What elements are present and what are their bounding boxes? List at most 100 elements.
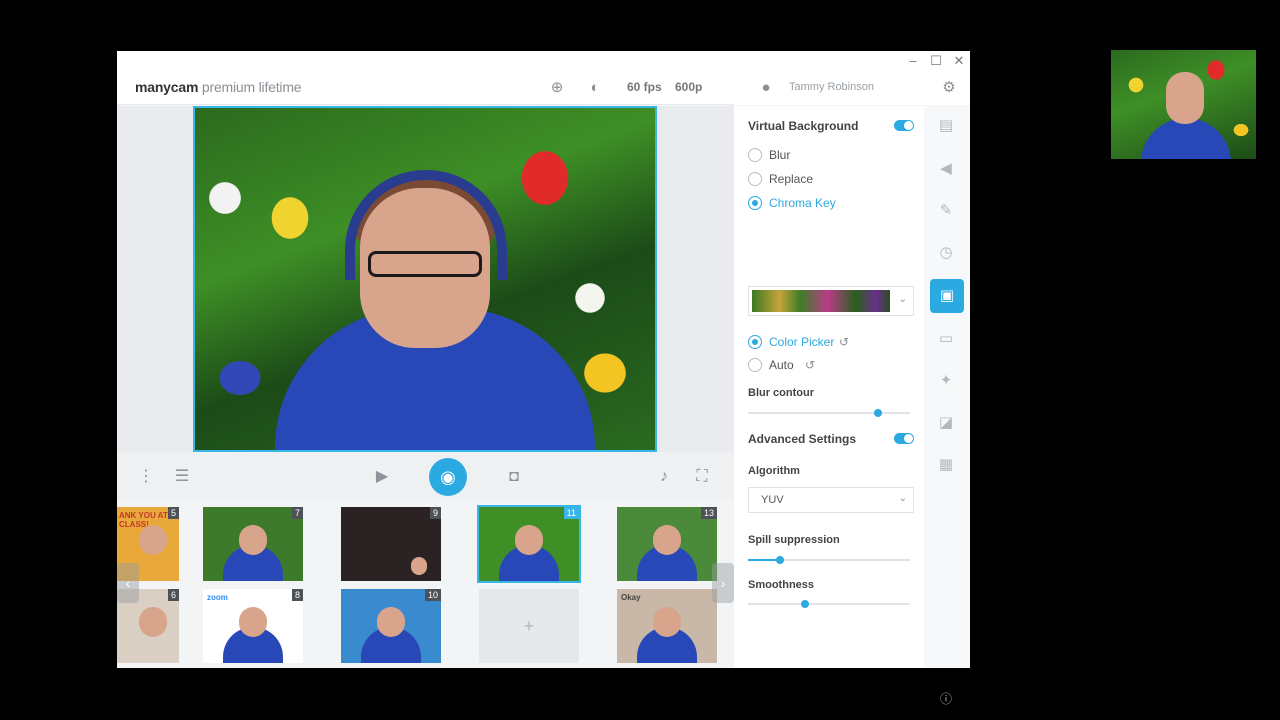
scroll-left-button[interactable]: ‹ <box>117 563 139 603</box>
thumbnail-face <box>515 525 543 555</box>
virtual-background-toggle[interactable] <box>894 120 914 131</box>
thumbnail-face <box>653 525 681 555</box>
thumbnail-number: 11 <box>563 507 579 519</box>
preset-thumbnail[interactable]: 9 <box>341 507 441 581</box>
camera-icon[interactable]: ◘ <box>503 466 525 488</box>
maximize-button[interactable]: ☐ <box>927 53 945 69</box>
resolution-selector[interactable]: 600p <box>675 80 702 94</box>
spill-suppression-slider[interactable] <box>748 556 910 564</box>
thumbnail-face <box>239 525 267 555</box>
thumbnail-face <box>411 557 427 575</box>
spill-suppression-label: Spill suppression <box>748 534 840 546</box>
algorithm-value: YUV <box>761 494 784 506</box>
lower-thirds-icon[interactable]: ▭ <box>933 326 959 352</box>
color-mode-label: Auto <box>769 358 794 372</box>
fullscreen-icon[interactable]: ⛶ <box>691 466 713 488</box>
thumbnail-face <box>239 607 267 637</box>
overlay-person-body <box>1141 118 1231 159</box>
algorithm-select[interactable]: YUV ⌄ <box>748 487 914 513</box>
main-header: manycam premium lifetime ⊕ ◐ 60 fps 600p <box>117 71 734 105</box>
brand-name: manycam <box>135 79 199 95</box>
thumbnail-face <box>377 607 405 637</box>
mode-label: Blur <box>769 148 791 162</box>
radio-button[interactable] <box>748 358 762 372</box>
fps-selector[interactable]: 60 fps <box>627 80 662 94</box>
radio-button[interactable] <box>748 172 762 186</box>
user-name[interactable]: Tammy Robinson <box>789 81 874 93</box>
chevron-down-icon: ⌄ <box>898 493 907 504</box>
color-mode-label: Color Picker <box>769 335 835 349</box>
radio-button[interactable] <box>748 148 762 162</box>
broadcast-icon: ◉ <box>440 467 456 487</box>
mic-icon[interactable]: ♪ <box>653 466 675 488</box>
slider-knob[interactable] <box>800 600 809 608</box>
advanced-settings-label: Advanced Settings <box>748 432 857 446</box>
radio-button[interactable] <box>748 335 762 349</box>
layers-icon[interactable]: ▤ <box>933 113 959 139</box>
brand-edition: premium lifetime <box>198 79 302 95</box>
background-image-select[interactable]: ⌄ <box>748 286 914 316</box>
draw-icon[interactable]: ✎ <box>933 198 959 224</box>
presets-grid: ANK YOU AT CLASS! 5 7 9 11 13 6 zoom 8 1… <box>117 501 734 668</box>
webcam-overlay <box>1111 50 1256 159</box>
thumbnail-number: 9 <box>429 507 441 519</box>
chevron-down-icon: ⌄ <box>898 294 907 305</box>
info-icon[interactable]: ⓘ <box>933 686 959 712</box>
smoothness-slider[interactable] <box>748 600 910 608</box>
thumbnail-number: 5 <box>167 507 179 519</box>
glasses <box>368 251 482 277</box>
clock-icon[interactable]: ◷ <box>933 240 959 266</box>
close-button[interactable]: ✕ <box>950 53 968 69</box>
mode-label: Replace <box>769 172 814 186</box>
scroll-right-button[interactable]: › <box>712 563 734 603</box>
thumbnail-person <box>139 525 167 555</box>
minimize-button[interactable]: – <box>904 53 922 69</box>
widgets-icon[interactable]: ▦ <box>933 452 959 478</box>
title-bar: – ☐ ✕ <box>117 51 970 71</box>
more-vertical-icon[interactable]: ⋮ <box>135 466 157 488</box>
preset-thumbnail[interactable]: Okay <box>617 589 717 663</box>
blur-contour-label: Blur contour <box>748 387 814 399</box>
user-icon: ● <box>761 79 771 96</box>
slider-knob[interactable] <box>873 409 882 417</box>
virtual-background-panel: Virtual Background Blur Replace Chroma K… <box>734 106 924 668</box>
thumbnail-face <box>653 607 681 637</box>
effects-icon[interactable]: ✦ <box>933 368 959 394</box>
preset-thumbnail[interactable]: zoom 8 <box>203 589 303 663</box>
preview-stage <box>117 106 734 452</box>
picture-in-picture-icon[interactable]: ◪ <box>933 410 959 436</box>
background-preview <box>752 290 890 312</box>
main-video-preview[interactable] <box>193 106 657 452</box>
reset-icon[interactable]: ↺ <box>839 335 849 349</box>
reset-icon[interactable]: ↺ <box>805 358 815 372</box>
smoothness-label: Smoothness <box>748 579 815 591</box>
thumbnail-number: 10 <box>424 589 441 601</box>
side-header: ● Tammy Robinson ⚙ <box>734 71 970 105</box>
brightness-icon[interactable]: ◐ <box>585 78 605 98</box>
thumbnail-number: 13 <box>700 507 717 519</box>
playlist-icon[interactable]: ☰ <box>171 466 193 488</box>
preset-thumbnail-selected[interactable]: 11 <box>477 505 581 583</box>
tools-rail: ▤ ◀ ✎ ◷ ▣ ▭ ✦ ◪ ▦ ⓘ <box>924 106 970 706</box>
controls-bar: ⋮ ☰ ▶ ◉ ◘ ♪ ⛶ <box>117 452 734 500</box>
app-brand: manycam premium lifetime <box>135 79 302 95</box>
slider-knob[interactable] <box>776 556 785 564</box>
preset-thumbnail[interactable]: 7 <box>203 507 303 581</box>
blur-contour-slider[interactable] <box>748 409 910 417</box>
advanced-settings-toggle[interactable] <box>894 433 914 444</box>
thumbnail-number: 7 <box>291 507 303 519</box>
video-camera-icon[interactable]: ▶ <box>371 466 393 488</box>
add-preset-button[interactable]: + <box>479 589 579 663</box>
gear-icon[interactable]: ⚙ <box>939 78 959 98</box>
broadcast-button[interactable]: ◉ <box>429 458 467 496</box>
thumbnail-face <box>139 607 167 637</box>
thumbnail-number: 8 <box>291 589 303 601</box>
zoom-icon[interactable]: ⊕ <box>547 78 567 98</box>
manycam-window: – ☐ ✕ manycam premium lifetime ⊕ ◐ 60 fp… <box>117 51 970 706</box>
preset-thumbnail[interactable]: 10 <box>341 589 441 663</box>
preset-thumbnail[interactable]: 13 <box>617 507 717 581</box>
radio-button[interactable] <box>748 196 762 210</box>
virtual-background-icon[interactable]: ▣ <box>930 279 964 313</box>
thumbnail-number: 6 <box>167 589 179 601</box>
audio-icon[interactable]: ◀ <box>933 156 959 182</box>
